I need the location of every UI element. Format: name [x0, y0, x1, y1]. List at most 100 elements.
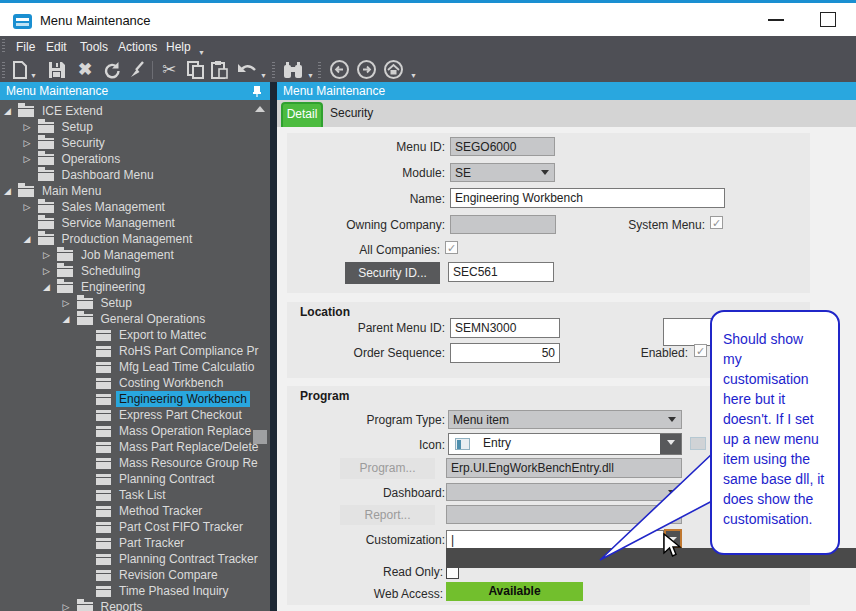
copy-icon[interactable] — [187, 61, 205, 79]
parent-menu-id-input[interactable]: SEMN3000 — [450, 318, 560, 338]
clear-icon[interactable] — [128, 61, 146, 79]
tree-item[interactable]: ▷Job Management — [0, 247, 270, 263]
menu-item-icon — [96, 570, 111, 581]
tree-item[interactable]: Express Part Checkout — [0, 407, 270, 423]
menubar-overflow-icon[interactable]: ▼ — [198, 49, 205, 56]
collapsed-icon[interactable]: ▷ — [43, 247, 57, 263]
tree-item[interactable]: ◢General Operations — [0, 311, 270, 327]
undo-caret-icon[interactable]: ▼ — [260, 72, 267, 79]
collapsed-icon[interactable]: ▷ — [63, 295, 77, 311]
order-sequence-input[interactable]: 50 — [450, 343, 560, 363]
minimize-button[interactable] — [768, 19, 784, 21]
new-document-caret-icon[interactable]: ▼ — [30, 72, 37, 79]
menu-tree: ◢ICE Extend▷Setup▷Security▷OperationsDas… — [0, 100, 270, 611]
name-input[interactable]: Engineering Workbench — [450, 188, 725, 208]
tree-item[interactable]: Planning Contract Tracker — [0, 551, 270, 567]
tree-item[interactable]: Method Tracker — [0, 503, 270, 519]
tree-item[interactable]: Time Phased Inquiry — [0, 583, 270, 599]
delete-icon[interactable]: ✖ — [76, 61, 94, 79]
web-access-status[interactable]: Available — [446, 582, 583, 601]
expanded-icon[interactable]: ◢ — [24, 231, 38, 247]
expanded-icon[interactable]: ◢ — [4, 103, 18, 119]
tree-item[interactable]: Part Tracker — [0, 535, 270, 551]
expanded-icon[interactable]: ◢ — [43, 279, 57, 295]
tree-item[interactable]: ▷Setup — [0, 119, 270, 135]
find-icon[interactable] — [283, 61, 303, 79]
save-icon[interactable] — [48, 61, 66, 79]
find-caret-icon[interactable]: ▼ — [307, 72, 314, 79]
tree-item[interactable]: Mass Part Replace/Delete — [0, 439, 270, 455]
tree-item[interactable]: ▷Setup — [0, 295, 270, 311]
home-icon[interactable] — [384, 60, 403, 79]
tree-item[interactable]: Engineering Workbench — [0, 391, 270, 407]
menu-item-icon — [96, 394, 111, 405]
menu-tools[interactable]: Tools — [80, 40, 108, 54]
enabled-checkbox[interactable]: ✓ — [694, 344, 707, 357]
collapsed-icon[interactable]: ▷ — [24, 199, 38, 215]
tree-item[interactable]: Costing Workbench — [0, 375, 270, 391]
pin-icon[interactable] — [252, 85, 262, 97]
tree-item[interactable]: ▷Reports — [0, 599, 270, 611]
all-companies-checkbox[interactable]: ✓ — [445, 241, 458, 254]
tree-item[interactable]: Mass Resource Group Re — [0, 455, 270, 471]
menu-file[interactable]: File — [16, 40, 35, 54]
tree-item[interactable]: ▷Operations — [0, 151, 270, 167]
collapsed-icon[interactable]: ▷ — [43, 263, 57, 279]
toolbar-grip[interactable] — [2, 62, 5, 78]
title-bar: Menu Maintenance — [0, 0, 856, 36]
tree-item[interactable]: Mfg Lead Time Calculatio — [0, 359, 270, 375]
program-type-select[interactable]: Menu item — [448, 410, 682, 429]
collapsed-icon[interactable]: ▷ — [24, 151, 38, 167]
menu-edit[interactable]: Edit — [46, 40, 67, 54]
tree-scroll-up-icon[interactable] — [255, 106, 265, 112]
tree-item[interactable]: ◢ICE Extend — [0, 103, 270, 119]
tree-item[interactable]: Export to Mattec — [0, 327, 270, 343]
maximize-button[interactable] — [820, 12, 836, 27]
collapsed-icon[interactable]: ▷ — [63, 599, 77, 611]
undo-icon[interactable] — [237, 62, 257, 78]
cut-icon[interactable]: ✂ — [160, 61, 178, 79]
tree-item[interactable]: Part Cost FIFO Tracker — [0, 519, 270, 535]
tree-item-label: Planning Contract Tracker — [116, 551, 261, 567]
icon-dd-button[interactable] — [660, 434, 681, 454]
icon-select[interactable]: Entry — [448, 433, 682, 455]
program-button[interactable]: Program... — [340, 458, 435, 479]
tab-detail[interactable]: Detail — [281, 102, 323, 127]
tree-item[interactable]: Mass Operation Replace — [0, 423, 270, 439]
paste-icon[interactable] — [211, 61, 229, 79]
tree-item[interactable]: Revision Compare — [0, 567, 270, 583]
tree-item[interactable]: RoHS Part Compliance Pr — [0, 343, 270, 359]
tab-security[interactable]: Security — [330, 106, 373, 120]
collapsed-icon[interactable]: ▷ — [24, 119, 38, 135]
tree-item[interactable]: Planning Contract — [0, 471, 270, 487]
dashboard-select[interactable] — [446, 483, 682, 501]
tree-item[interactable]: ▷Security — [0, 135, 270, 151]
refresh-icon[interactable] — [102, 61, 120, 79]
security-id-button[interactable]: Security ID... — [345, 262, 440, 284]
tree-item[interactable]: Dashboard Menu — [0, 167, 270, 183]
back-icon[interactable] — [330, 60, 349, 79]
new-document-icon[interactable] — [12, 61, 28, 79]
tree-item[interactable]: Task List — [0, 487, 270, 503]
home-caret-icon[interactable]: ▼ — [410, 72, 417, 79]
tree-item[interactable]: ◢Engineering — [0, 279, 270, 295]
tree-item[interactable]: ▷Sales Management — [0, 199, 270, 215]
menubar-grip[interactable] — [2, 39, 5, 54]
security-id-input[interactable]: SEC561 — [448, 262, 554, 282]
tree-scrollbar-thumb[interactable] — [253, 430, 267, 444]
expanded-icon[interactable]: ◢ — [4, 183, 18, 199]
collapsed-icon[interactable]: ▷ — [24, 135, 38, 151]
module-select[interactable]: SE — [450, 163, 555, 182]
customization-input[interactable]: | — [446, 530, 664, 549]
tree-item[interactable]: ◢Production Management — [0, 231, 270, 247]
menu-actions[interactable]: Actions — [118, 40, 157, 54]
tree-item[interactable]: Service Management — [0, 215, 270, 231]
tree-item[interactable]: ▷Scheduling — [0, 263, 270, 279]
panel-splitter[interactable] — [270, 82, 277, 611]
tree-item[interactable]: ◢Main Menu — [0, 183, 270, 199]
system-menu-checkbox[interactable]: ✓ — [710, 216, 723, 229]
expanded-icon[interactable]: ◢ — [63, 311, 77, 327]
report-button[interactable]: Report... — [340, 505, 435, 525]
menu-help[interactable]: Help — [166, 40, 191, 54]
forward-icon[interactable] — [357, 60, 376, 79]
